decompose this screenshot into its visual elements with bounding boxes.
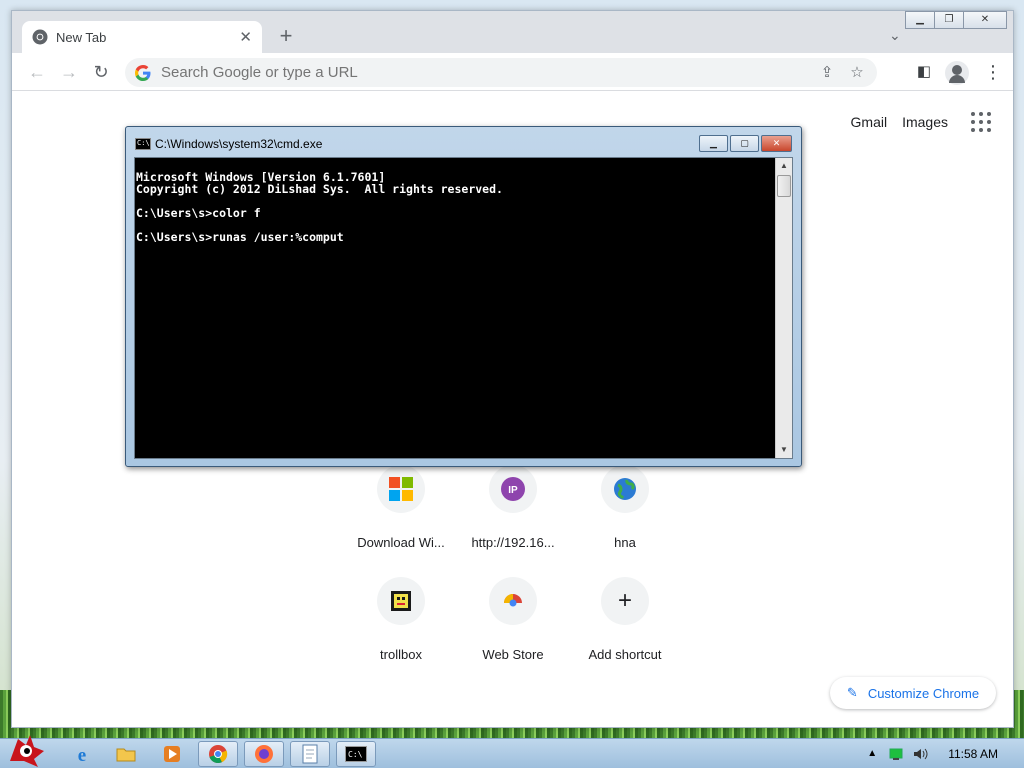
cmd-title: C:\Windows\system32\cmd.exe — [155, 137, 323, 151]
start-orb-icon[interactable] — [4, 731, 48, 768]
firefox-icon[interactable] — [244, 741, 284, 767]
shortcut-label: http://192.16... — [471, 535, 555, 550]
back-icon[interactable]: ← — [26, 61, 48, 83]
ntp-header-links: Gmail Images — [851, 112, 991, 132]
chrome-taskbar-icon[interactable] — [198, 741, 238, 767]
system-tray: ▲ 11:58 AM — [864, 739, 1024, 768]
trollbox-icon — [391, 591, 411, 611]
minimize-button[interactable]: ▁ — [905, 11, 935, 29]
globe-icon — [614, 478, 636, 500]
shortcut-tile[interactable]: Download Wi... — [345, 465, 457, 577]
clock[interactable]: 11:58 AM — [948, 747, 998, 761]
ip-icon: IP — [501, 477, 525, 501]
taskbar: e C:\ ▲ 11:58 AM — [0, 735, 1024, 768]
volume-icon[interactable] — [912, 746, 928, 762]
notepad-icon[interactable] — [290, 741, 330, 767]
cmd-console[interactable]: Microsoft Windows [Version 6.1.7601] Copy… — [134, 157, 793, 459]
show-hidden-icons-icon[interactable]: ▲ — [864, 746, 880, 762]
shortcut-label: trollbox — [380, 647, 422, 662]
tab-close-icon[interactable]: ✕ — [239, 28, 252, 46]
google-g-icon — [135, 64, 151, 81]
images-link[interactable]: Images — [902, 114, 948, 130]
cmd-titlebar[interactable]: C:\ C:\Windows\system32\cmd.exe ▁ ▢ ✕ — [126, 127, 801, 155]
share-icon[interactable]: ⇪ — [817, 63, 837, 83]
cmd-minimize-button[interactable]: ▁ — [699, 135, 728, 152]
google-apps-icon[interactable] — [971, 112, 991, 132]
add-shortcut-tile[interactable]: + Add shortcut — [569, 577, 681, 689]
chrome-web-store-icon — [504, 594, 522, 609]
scroll-down-icon[interactable]: ▼ — [776, 442, 792, 458]
omnibox[interactable]: ⇪ ☆ — [125, 58, 877, 87]
omnibox-input[interactable] — [161, 64, 817, 81]
window-controls: ▁ ❐ ✕ — [905, 11, 1007, 29]
internet-explorer-icon[interactable]: e — [62, 741, 102, 767]
gmail-link[interactable]: Gmail — [851, 114, 888, 130]
tab-new-tab[interactable]: New Tab ✕ — [22, 21, 262, 53]
cmd-maximize-button[interactable]: ▢ — [730, 135, 759, 152]
pencil-icon: ✎ — [846, 685, 858, 700]
tab-search-chevron-icon[interactable]: ⌄ — [889, 28, 903, 42]
menu-kebab-icon[interactable]: ⋮ — [984, 62, 1002, 82]
customize-chrome-button[interactable]: ✎ Customize Chrome — [830, 677, 996, 709]
shortcut-label: Add shortcut — [588, 647, 662, 662]
shortcut-tile[interactable]: hna — [569, 465, 681, 577]
svg-text:C:\: C:\ — [348, 750, 363, 759]
scroll-up-icon[interactable]: ▲ — [776, 158, 792, 174]
scroll-thumb[interactable] — [777, 175, 791, 197]
restore-button[interactable]: ❐ — [934, 11, 964, 29]
bookmark-star-icon[interactable]: ☆ — [847, 63, 867, 83]
svg-text:e: e — [78, 745, 86, 764]
cmd-scrollbar[interactable]: ▲ ▼ — [775, 158, 792, 458]
new-tab-button[interactable]: + — [274, 25, 298, 49]
shortcut-tile[interactable]: trollbox — [345, 577, 457, 689]
tab-strip: New Tab ✕ + ⌄ ▁ ❐ ✕ — [12, 11, 1013, 53]
cmd-window-controls: ▁ ▢ ✕ — [697, 135, 792, 152]
shortcut-tile[interactable]: IP http://192.16... — [457, 465, 569, 577]
toolbar: ← → ↻ ⇪ ☆ ◧ ⋮ — [12, 53, 1013, 91]
plus-icon: + — [617, 587, 632, 614]
shortcut-label: Web Store — [482, 647, 544, 662]
reload-icon[interactable]: ↻ — [90, 61, 112, 83]
cmd-output: Microsoft Windows [Version 6.1.7601] Copy… — [136, 158, 776, 458]
cmd-line: C:\Users\s>color f — [136, 206, 261, 220]
svg-text:IP: IP — [508, 485, 518, 496]
shortcut-tile[interactable]: Web Store — [457, 577, 569, 689]
cmd-line: Copyright (c) 2012 DiLshad Sys. All righ… — [136, 182, 503, 196]
cmd-icon: C:\ — [135, 138, 151, 150]
media-player-icon[interactable] — [152, 741, 192, 767]
folder-icon[interactable] — [106, 741, 146, 767]
shortcut-label: Download Wi... — [357, 535, 445, 550]
tab-title: New Tab — [56, 29, 107, 45]
cmd-taskbar-icon[interactable]: C:\ — [336, 741, 376, 767]
chrome-icon — [32, 29, 48, 45]
close-button[interactable]: ✕ — [963, 11, 1007, 29]
cmd-line: C:\Users\s>runas /user:%comput — [136, 230, 344, 244]
customize-chrome-label: Customize Chrome — [867, 685, 980, 701]
cmd-close-button[interactable]: ✕ — [761, 135, 792, 152]
shortcut-label: hna — [614, 535, 636, 550]
forward-icon[interactable]: → — [58, 61, 80, 83]
cmd-window: C:\ C:\Windows\system32\cmd.exe ▁ ▢ ✕ Mi… — [125, 126, 802, 467]
windows-logo-icon — [389, 477, 413, 501]
network-icon[interactable] — [888, 746, 904, 762]
side-panel-icon[interactable]: ◧ — [914, 62, 934, 82]
profile-avatar-icon[interactable] — [945, 61, 969, 85]
